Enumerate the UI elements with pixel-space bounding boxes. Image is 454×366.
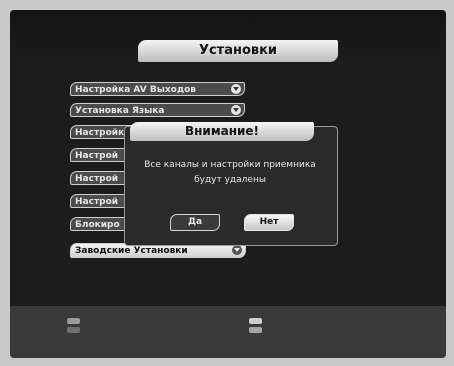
dialog-message: Все каналы и настройки приемника будут у… [130,158,330,188]
dialog-title: Внимание! [130,122,314,141]
menu-item-label: Настрой [75,174,119,184]
chevron-down-icon [232,245,242,255]
color-key-icon [249,327,262,333]
menu-item-label: Настройка AV Выходов [75,85,196,95]
menu-item-language[interactable]: Установка Языка [70,103,245,117]
no-button[interactable]: Нет [244,214,294,231]
menu-item-label: Настрой [75,197,119,207]
menu-item-label: Блокиро [75,220,120,230]
menu-item-label: Настрой [75,151,119,161]
menu-item-label: Заводские Установки [75,246,188,256]
chevron-down-icon [231,84,241,94]
menu-item-label: Настройк [75,128,125,138]
color-key-icon [67,318,80,324]
tv-screen: Установки Настройка AV Выходов Установка… [10,10,446,358]
page-title: Установки [138,40,338,62]
color-key-icon [249,318,262,324]
footer-bar [10,306,446,358]
dialog-message-line2: будут удалены [194,175,266,185]
yes-button[interactable]: Да [170,214,220,231]
color-key-icon [67,327,80,333]
menu-item-av-outputs[interactable]: Настройка AV Выходов [70,82,245,96]
dialog-message-line1: Все каналы и настройки приемника [144,160,316,170]
menu-item-label: Установка Языка [75,106,165,116]
chevron-down-icon [231,105,241,115]
